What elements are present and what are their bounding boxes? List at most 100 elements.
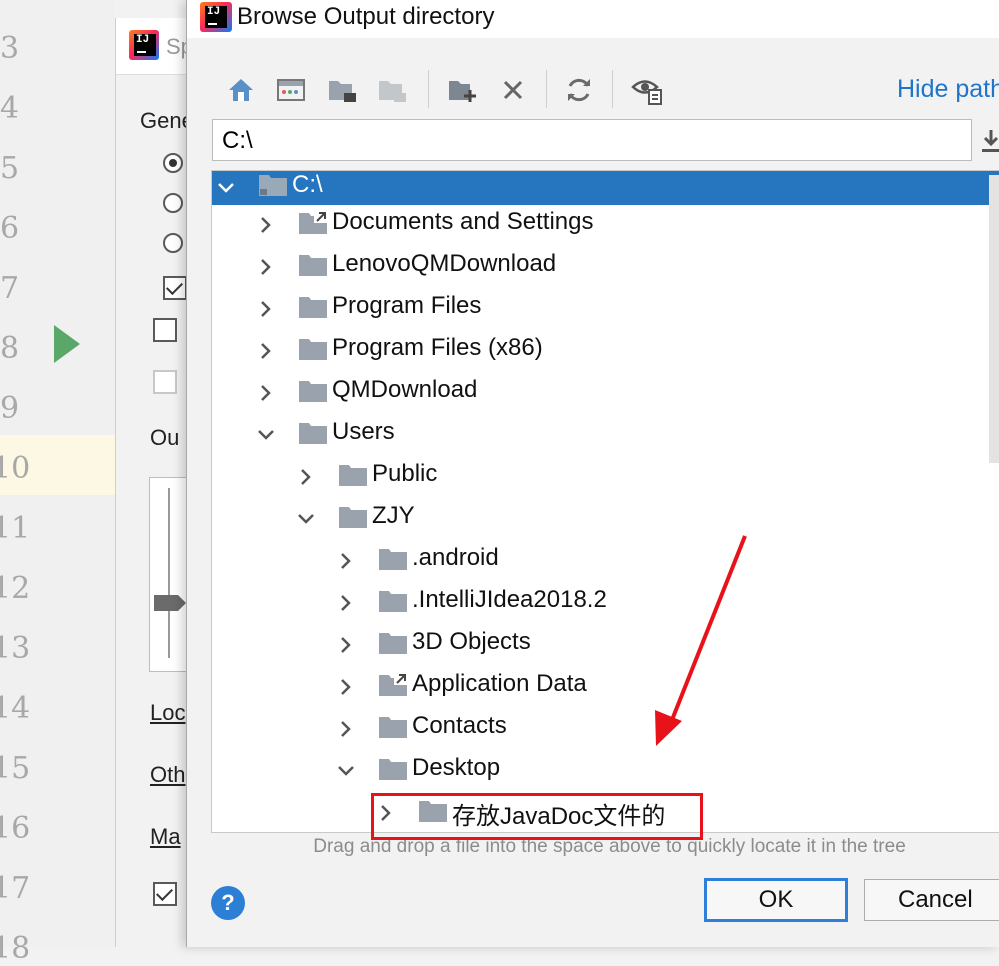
intellij-logo-icon: IJ (129, 30, 159, 60)
tree-node-label: Documents and Settings (332, 208, 594, 235)
folder-link-icon (299, 212, 327, 234)
chevron-right-icon[interactable] (337, 594, 355, 612)
tree-row[interactable]: Public (212, 456, 999, 498)
folder-icon (299, 297, 327, 318)
slider-knob[interactable] (154, 595, 186, 611)
chevron-right-icon[interactable] (257, 258, 275, 276)
home-icon[interactable] (225, 74, 257, 106)
line-number: 7 (0, 271, 20, 306)
option-checkbox[interactable] (153, 318, 177, 342)
scope-radio-1[interactable] (163, 153, 183, 173)
include-checkbox[interactable] (163, 276, 187, 300)
open-browser-checkbox[interactable] (153, 882, 177, 906)
chevron-down-icon[interactable] (217, 179, 235, 197)
folder-icon (379, 633, 407, 654)
chevron-right-icon[interactable] (257, 342, 275, 360)
tree-row[interactable]: Program Files (x86) (212, 330, 999, 372)
dialog-title: Browse Output directory (237, 3, 495, 30)
intellij-logo-icon: IJ (200, 2, 232, 32)
module-icon[interactable] (377, 74, 409, 106)
line-number: 8 (0, 331, 20, 366)
line-number: 17 (0, 871, 31, 906)
tree-row[interactable]: LenovoQMDownload (212, 246, 999, 288)
folder-icon (379, 549, 407, 570)
chevron-right-icon[interactable] (257, 384, 275, 402)
slider-track (168, 488, 170, 658)
tree-node-label: Public (372, 460, 438, 487)
tree-row[interactable]: Documents and Settings (212, 204, 999, 246)
annotation-arrow (655, 535, 747, 746)
chevron-right-icon[interactable] (337, 552, 355, 570)
run-gutter-icon[interactable] (54, 325, 80, 363)
other-args-label[interactable]: Oth (150, 762, 185, 788)
line-number: 5 (0, 151, 20, 186)
max-heap-label[interactable]: Ma (150, 824, 181, 850)
line-number: 18 (0, 931, 31, 966)
tree-row[interactable]: .android (212, 540, 999, 582)
tree-node-label: .android (412, 544, 499, 571)
tree-row[interactable]: Program Files (212, 288, 999, 330)
tree-root-row[interactable]: C:\ (212, 171, 999, 205)
toolbar-separator (612, 70, 613, 108)
folder-icon (299, 423, 327, 444)
line-number: 14 (0, 691, 31, 726)
refresh-icon[interactable] (563, 74, 595, 106)
tree-row[interactable]: ZJY (212, 498, 999, 540)
chevron-right-icon[interactable] (337, 720, 355, 738)
folder-icon (379, 759, 407, 780)
line-number: 6 (0, 211, 20, 246)
chevron-right-icon[interactable] (257, 216, 275, 234)
folder-icon (299, 255, 327, 276)
line-number: 3 (0, 31, 20, 66)
path-input[interactable]: C:\ (212, 119, 972, 161)
tree-row[interactable]: 3D Objects (212, 624, 999, 666)
scope-slider[interactable] (149, 477, 189, 672)
cancel-button[interactable]: Cancel (864, 879, 999, 921)
tree-row[interactable]: QMDownload (212, 372, 999, 414)
annotation-highlight-box (371, 793, 703, 840)
line-number: 16 (0, 811, 31, 846)
tree-node-label: .IntelliJIdea2018.2 (412, 586, 607, 613)
chevron-right-icon[interactable] (337, 678, 355, 696)
output-section-label: Ou (150, 425, 180, 450)
scope-radio-2[interactable] (163, 193, 183, 213)
project-icon[interactable] (327, 74, 359, 106)
chevron-right-icon[interactable] (257, 300, 275, 318)
hide-path-link[interactable]: Hide path (897, 75, 999, 104)
folder-icon (339, 465, 367, 486)
tree-row[interactable]: .IntelliJIdea2018.2 (212, 582, 999, 624)
background-dialog-titlebar: IJ Sp (116, 18, 193, 75)
show-hidden-icon[interactable] (631, 74, 663, 106)
tree-row[interactable]: Desktop (212, 750, 999, 792)
help-button[interactable]: ? (211, 886, 245, 920)
delete-icon[interactable] (497, 74, 529, 106)
tree-row[interactable]: Contacts (212, 708, 999, 750)
chevron-down-icon[interactable] (297, 510, 315, 528)
line-number: 15 (0, 751, 31, 786)
chevron-down-icon[interactable] (337, 762, 355, 780)
tree-scrollbar[interactable] (989, 175, 999, 463)
folder-icon (339, 507, 367, 528)
chevron-right-icon[interactable] (337, 636, 355, 654)
chevron-down-icon[interactable] (257, 426, 275, 444)
tree-row[interactable]: Users (212, 414, 999, 456)
toolbar-separator (428, 70, 429, 108)
directory-tree[interactable]: C:\ Documents and Settings LenovoQMDownl… (211, 170, 999, 833)
drive-icon (259, 175, 287, 196)
tree-node-label: Application Data (412, 670, 587, 697)
tree-node-label: Desktop (412, 754, 501, 781)
tree-node-label: Contacts (412, 712, 507, 739)
dialog-titlebar: IJ Browse Output directory (187, 0, 999, 38)
line-number: 9 (0, 391, 20, 426)
file-chooser-toolbar (217, 68, 737, 110)
new-folder-icon[interactable] (447, 74, 479, 106)
tree-node-label: 3D Objects (412, 628, 531, 655)
desktop-icon[interactable] (275, 74, 307, 106)
ok-button[interactable]: OK (704, 878, 848, 922)
tree-row[interactable]: Application Data (212, 666, 999, 708)
scope-radio-3[interactable] (163, 233, 183, 253)
disabled-checkbox (153, 370, 177, 394)
download-icon[interactable] (981, 127, 999, 155)
locale-label[interactable]: Loc (150, 700, 185, 726)
chevron-right-icon[interactable] (297, 468, 315, 486)
